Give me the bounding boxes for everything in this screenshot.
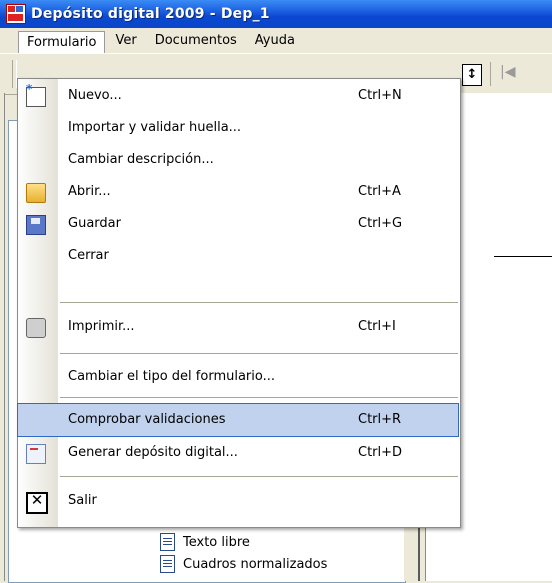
menu-formulario[interactable]: Formulario [18,31,106,54]
menu-documentos[interactable]: Documentos [147,31,245,51]
menu-item-shortcut: Ctrl+I [358,319,396,334]
first-record-icon[interactable]: |◀ [500,64,515,80]
menu-ver[interactable]: Ver [107,31,144,51]
menu-item-label: Nuevo... [68,88,122,103]
new-sparkle-icon: * [26,82,33,96]
printer-icon [26,318,46,338]
toolbar-separator [490,62,491,86]
menu-item-label: Cerrar [68,248,109,263]
folder-icon [26,183,46,203]
envelope-icon [26,444,46,464]
menu-item-label: Salir [68,493,97,508]
save-icon [26,215,46,235]
menu-item-cerrar[interactable]: Cerrar [18,240,460,272]
menu-item-label: Imprimir... [68,319,135,334]
tree-node-label: Cuadros normalizados [183,556,328,572]
menu-item-label: Generar depósito digital... [68,445,238,460]
menu-item-cambiar-descripcion[interactable]: Cambiar descripción... [18,144,460,176]
menu-item-guardar[interactable]: Guardar Ctrl+G [18,208,460,240]
menu-separator [60,353,458,354]
menu-item-abrir[interactable]: Abrir... Ctrl+A [18,176,460,208]
menu-separator [60,397,458,398]
window-title: Depósito digital 2009 - Dep_1 [31,6,270,22]
menu-item-label: Abrir... [68,184,111,199]
menu-item-salir[interactable]: ✕ Salir [18,485,460,517]
menu-item-importar-validar-huella[interactable]: Importar y validar huella... [18,112,460,144]
menu-item-imprimir[interactable]: Imprimir... Ctrl+I [18,311,460,343]
left-border [0,93,5,581]
tree-node-label: Texto libre [183,534,250,550]
document-icon [160,533,175,551]
menu-item-shortcut: Ctrl+D [358,445,403,460]
formulario-dropdown-menu: * Nuevo... Ctrl+N Importar y validar hue… [17,78,461,528]
menu-item-label: Importar y validar huella... [68,120,242,135]
app-logo-icon [6,4,26,24]
menu-item-shortcut: Ctrl+R [358,412,402,427]
tree-node-cuadros-normalizados[interactable]: Cuadros normalizados [160,553,327,575]
menu-item-shortcut: Ctrl+N [358,88,402,103]
document-icon [160,555,175,573]
menu-ayuda[interactable]: Ayuda [247,31,303,51]
menu-item-comprobar-validaciones[interactable]: Comprobar validaciones Ctrl+R [17,403,459,437]
menu-separator [60,302,458,303]
menu-item-label: Guardar [68,216,121,231]
menu-item-label: Cambiar el tipo del formulario... [68,369,276,384]
menu-item-generar-deposito-digital[interactable]: Generar depósito digital... Ctrl+D [18,437,460,469]
document-rule [494,256,552,257]
menu-item-shortcut: Ctrl+G [358,216,403,231]
move-vertical-button[interactable]: ↕ [462,64,482,86]
menu-separator [60,476,458,477]
menu-item-nuevo[interactable]: * Nuevo... Ctrl+N [18,80,460,112]
tree-node-texto-libre[interactable]: Texto libre [160,531,250,553]
title-bar: Depósito digital 2009 - Dep_1 [0,0,552,28]
menu-item-label: Cambiar descripción... [68,152,214,167]
close-icon: ✕ [26,492,48,514]
menu-item-label: Comprobar validaciones [68,412,226,427]
menu-item-cambiar-tipo-formulario[interactable]: Cambiar el tipo del formulario... [18,361,460,393]
menu-bar: Formulario Ver Documentos Ayuda [0,28,552,54]
menu-item-shortcut: Ctrl+A [358,184,401,199]
